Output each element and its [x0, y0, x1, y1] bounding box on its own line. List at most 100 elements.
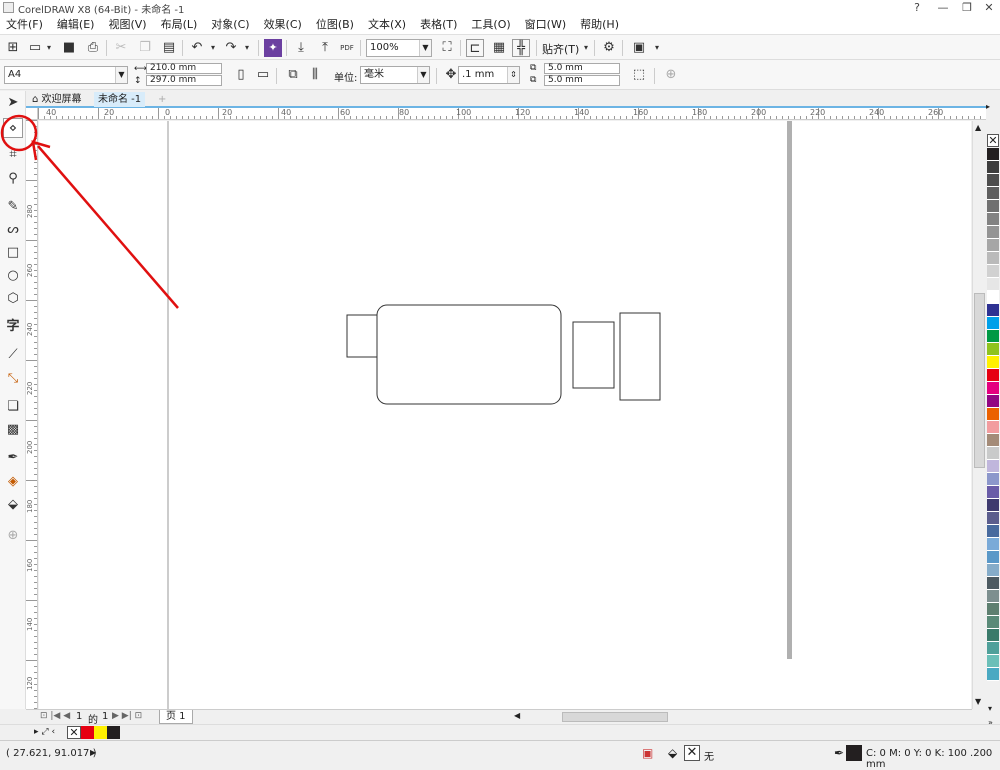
- color-swatch[interactable]: [987, 642, 999, 655]
- color-swatch[interactable]: [987, 577, 999, 590]
- cut-icon[interactable]: ✂: [112, 39, 130, 57]
- save-icon[interactable]: ■: [60, 39, 78, 57]
- color-eyedropper-icon[interactable]: ✒: [3, 448, 23, 468]
- page-height-input[interactable]: 297.0 mm: [146, 75, 222, 86]
- color-swatch[interactable]: [987, 226, 999, 239]
- color-swatch[interactable]: [987, 213, 999, 226]
- color-swatch[interactable]: [987, 278, 999, 291]
- no-color-swatch[interactable]: ✕: [987, 134, 999, 147]
- portrait-icon[interactable]: ▯: [232, 66, 250, 84]
- color-swatch[interactable]: [987, 356, 999, 369]
- color-swatch[interactable]: [987, 668, 999, 681]
- color-swatch[interactable]: [987, 395, 999, 408]
- color-swatch[interactable]: [987, 460, 999, 473]
- doc-no-color-swatch[interactable]: ✕: [67, 726, 81, 739]
- color-swatch[interactable]: [987, 408, 999, 421]
- duplicate-y-input[interactable]: 5.0 mm: [544, 75, 620, 86]
- gear-icon[interactable]: ⚙: [600, 39, 618, 57]
- color-swatch[interactable]: [987, 590, 999, 603]
- paste-icon[interactable]: ▤: [160, 39, 178, 57]
- color-swatch[interactable]: [987, 655, 999, 668]
- menu-layout[interactable]: 布局(L): [154, 16, 205, 34]
- units-combo[interactable]: 毫米 ▼: [360, 66, 430, 84]
- palette-menu-icon[interactable]: ▸ ⤢ ‹: [34, 727, 55, 737]
- color-swatch[interactable]: [987, 434, 999, 447]
- horizontal-scroll-thumb[interactable]: [562, 712, 668, 722]
- add-tool-icon[interactable]: ⊕: [3, 526, 23, 546]
- text-tool-icon[interactable]: 字: [3, 317, 23, 337]
- menu-table[interactable]: 表格(T): [413, 16, 464, 34]
- color-swatch[interactable]: [987, 538, 999, 551]
- tab-document[interactable]: 未命名 -1: [94, 92, 146, 107]
- color-swatch[interactable]: [987, 564, 999, 577]
- current-page-icon[interactable]: ⫼: [306, 66, 324, 84]
- color-swatch[interactable]: [987, 382, 999, 395]
- new-tab-icon[interactable]: +: [154, 92, 170, 107]
- snap-dropdown-icon[interactable]: ▾: [577, 39, 595, 57]
- menu-bitmaps[interactable]: 位图(B): [309, 16, 361, 34]
- duplicate-x-input[interactable]: 5.0 mm: [544, 63, 620, 74]
- vertical-scrollbar[interactable]: ▲ ▼: [972, 121, 986, 709]
- menu-window[interactable]: 窗口(W): [518, 16, 573, 34]
- undo-dropdown-icon[interactable]: ▾: [204, 39, 222, 57]
- menu-file[interactable]: 文件(F): [0, 16, 50, 34]
- minimize-button[interactable]: —: [930, 0, 956, 16]
- help-button[interactable]: ?: [904, 0, 930, 16]
- palette-scroll-down-icon[interactable]: ▾: [988, 704, 992, 713]
- palette-scroll-up-icon[interactable]: ▸: [986, 102, 990, 111]
- snap-to-menu[interactable]: 贴齐(T): [542, 41, 579, 57]
- color-swatch[interactable]: [987, 148, 999, 161]
- color-swatch[interactable]: [987, 200, 999, 213]
- chevron-down-icon[interactable]: ▼: [419, 40, 431, 56]
- menu-text[interactable]: 文本(X): [361, 16, 413, 34]
- rectangle-far-right[interactable]: [619, 312, 661, 401]
- chevron-down-icon[interactable]: ▼: [115, 67, 127, 83]
- application-launcher-icon[interactable]: ▣: [630, 39, 648, 57]
- smart-fill-icon[interactable]: ⬙: [3, 495, 23, 515]
- print-icon[interactable]: ⎙: [84, 39, 102, 57]
- color-swatch[interactable]: [987, 629, 999, 642]
- color-swatch[interactable]: [987, 174, 999, 187]
- page-width-input[interactable]: 210.0 mm: [146, 63, 222, 74]
- menu-help[interactable]: 帮助(H): [573, 16, 626, 34]
- menu-view[interactable]: 视图(V): [101, 16, 153, 34]
- color-swatch[interactable]: [987, 265, 999, 278]
- color-swatch[interactable]: [987, 447, 999, 460]
- connector-tool-icon[interactable]: ⤡: [3, 369, 23, 389]
- full-screen-icon[interactable]: ⛶: [438, 39, 456, 57]
- nudge-distance-input[interactable]: .1 mm ⇕: [458, 66, 520, 84]
- doc-yellow-swatch[interactable]: [94, 726, 107, 739]
- search-content-icon[interactable]: ✦: [264, 39, 282, 57]
- menu-object[interactable]: 对象(C): [204, 16, 256, 34]
- color-swatch[interactable]: [987, 421, 999, 434]
- publish-pdf-icon[interactable]: PDF: [338, 39, 356, 57]
- redo-dropdown-icon[interactable]: ▾: [238, 39, 256, 57]
- all-pages-icon[interactable]: ⧉: [284, 66, 302, 84]
- next-page-icon[interactable]: ▶ ▶| ⊡: [112, 711, 142, 721]
- treat-as-filled-icon[interactable]: ⬚: [630, 66, 648, 84]
- spinner-icon[interactable]: ⇕: [507, 67, 519, 83]
- import-icon[interactable]: ⤓: [292, 39, 310, 57]
- color-proof-icon[interactable]: ▣: [642, 746, 653, 760]
- transparency-icon[interactable]: ▩: [3, 420, 23, 440]
- doc-red-swatch[interactable]: [81, 726, 94, 739]
- color-swatch[interactable]: [987, 603, 999, 616]
- color-swatch[interactable]: [987, 512, 999, 525]
- outline-color-swatch[interactable]: [846, 745, 862, 761]
- drop-shadow-icon[interactable]: ❏: [3, 397, 23, 417]
- color-swatch[interactable]: [987, 187, 999, 200]
- interactive-fill-icon[interactable]: ◈: [3, 472, 23, 492]
- color-swatch[interactable]: [987, 486, 999, 499]
- page-size-combo[interactable]: A4 ▼: [4, 66, 128, 84]
- color-swatch[interactable]: [987, 161, 999, 174]
- scroll-left-icon[interactable]: ◀: [514, 711, 520, 720]
- rounded-rectangle-body[interactable]: [376, 304, 562, 405]
- color-swatch[interactable]: [987, 317, 999, 330]
- small-rectangle-left[interactable]: [346, 314, 378, 358]
- color-swatch[interactable]: [987, 330, 999, 343]
- color-swatch[interactable]: [987, 343, 999, 356]
- zoom-level-combo[interactable]: 100% ▼: [366, 39, 432, 57]
- chevron-down-icon[interactable]: ▼: [417, 67, 429, 83]
- add-icon[interactable]: ⊕: [662, 66, 680, 84]
- color-swatch[interactable]: [987, 473, 999, 486]
